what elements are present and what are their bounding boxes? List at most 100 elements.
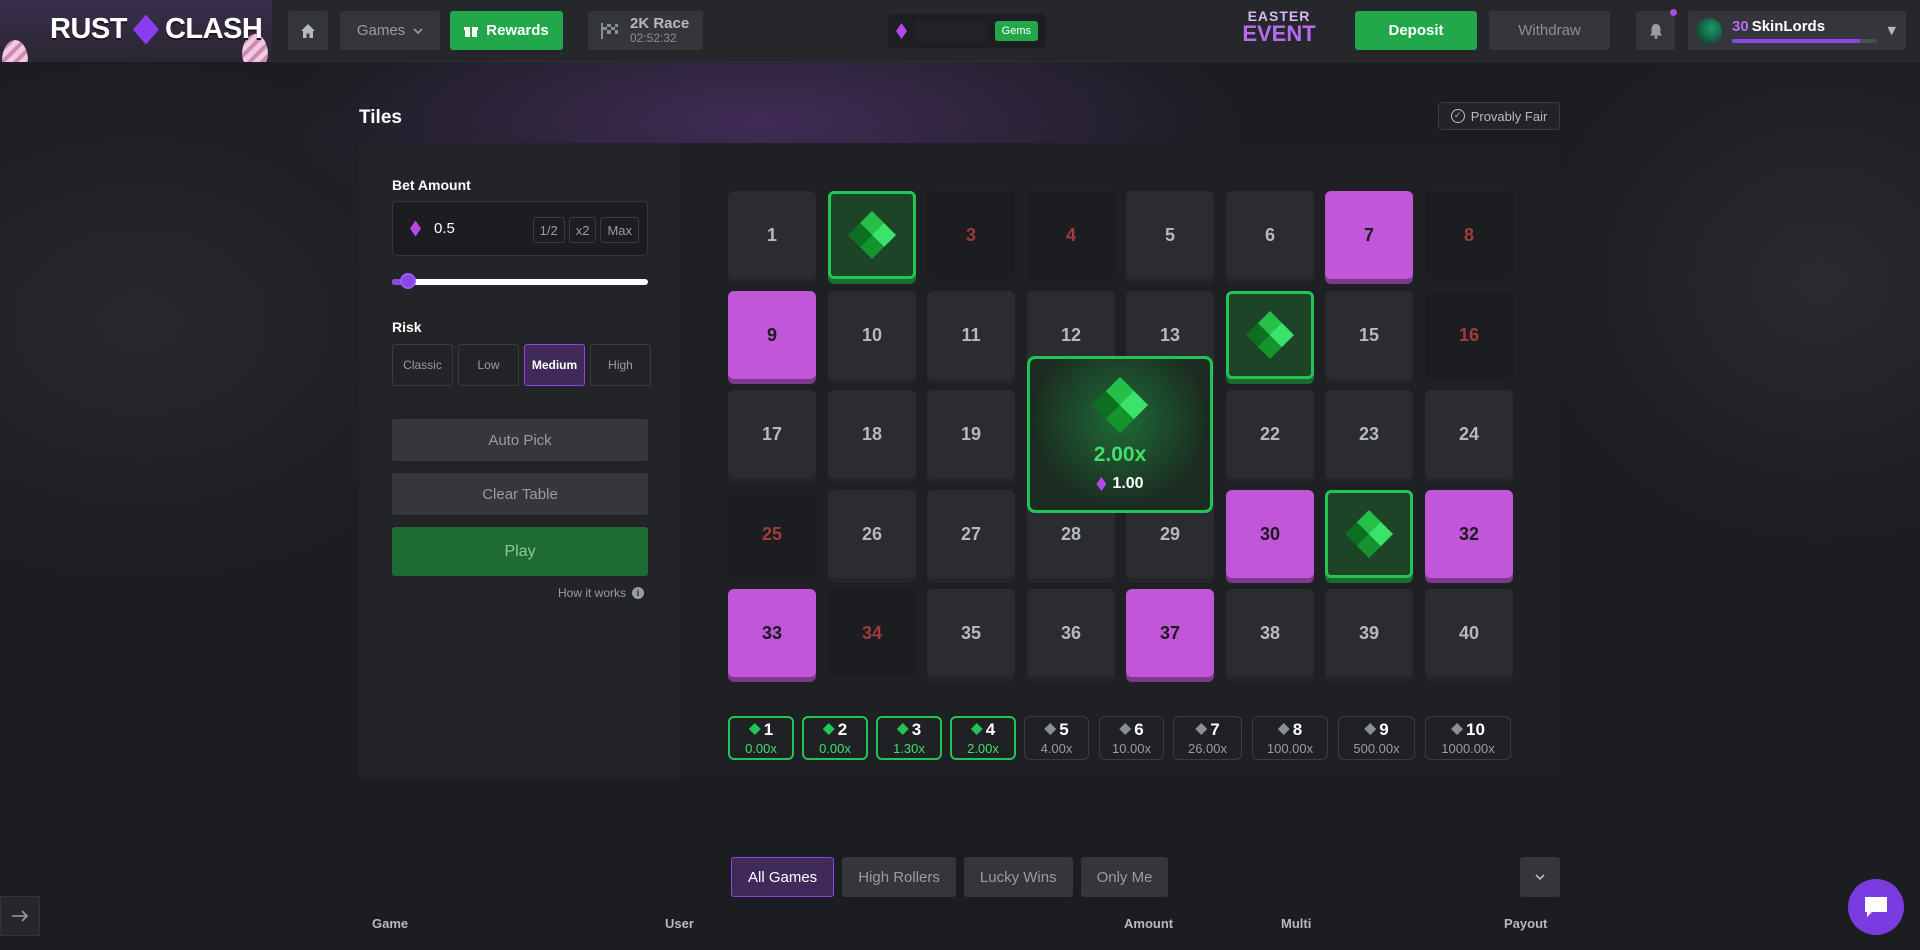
egg-icon	[2, 40, 28, 62]
tile-15[interactable]: 15	[1325, 291, 1413, 379]
tile-25[interactable]: 25	[728, 490, 816, 578]
tile-9[interactable]: 9	[728, 291, 816, 379]
risk-option-medium[interactable]: Medium	[524, 344, 585, 386]
xp-bar	[1732, 39, 1877, 43]
tile-37[interactable]: 37	[1126, 589, 1214, 677]
multiplier-8: 8 100.00x	[1252, 716, 1328, 760]
tile-35[interactable]: 35	[927, 589, 1015, 677]
expand-sidebar-button[interactable]	[0, 896, 40, 936]
popup-payout-value: 1.00	[1112, 475, 1144, 492]
clear-table-button[interactable]: Clear Table	[392, 473, 648, 515]
bet-half-button[interactable]: 1/2	[532, 217, 565, 243]
multiplier-hits-count: 10	[1466, 719, 1485, 739]
gems-label: Gems	[994, 21, 1038, 41]
multiplier-value: 2.00x	[967, 740, 999, 756]
tile-38[interactable]: 38	[1226, 589, 1314, 677]
notifications-button[interactable]	[1636, 11, 1675, 50]
gem-icon	[848, 211, 896, 259]
tile-19[interactable]: 19	[927, 390, 1015, 478]
rewards-button[interactable]: Rewards	[450, 11, 563, 50]
home-button[interactable]	[288, 11, 328, 50]
how-it-works-link[interactable]: How it works i	[558, 586, 645, 600]
tile-7[interactable]: 7	[1325, 191, 1413, 279]
tile-24[interactable]: 24	[1425, 390, 1513, 478]
page-title: Tiles	[359, 107, 402, 128]
gem-icon	[896, 723, 909, 735]
feed-collapse-button[interactable]	[1520, 857, 1560, 897]
gem-icon	[1451, 723, 1464, 735]
tile-39[interactable]: 39	[1325, 589, 1413, 677]
multiplier-hits-count: 2	[837, 719, 848, 739]
gem-icon	[896, 23, 907, 39]
chat-bubble-icon	[1865, 897, 1887, 917]
tile-34[interactable]: 34	[828, 589, 916, 677]
multiplier-7: 7 26.00x	[1173, 716, 1242, 760]
tile-5[interactable]: 5	[1126, 191, 1214, 279]
user-menu[interactable]: 30 SkinLords ▼	[1688, 11, 1906, 50]
tile-22[interactable]: 22	[1226, 390, 1314, 478]
easter-event-banner[interactable]: EASTER EVENT	[1225, 8, 1333, 52]
gem-icon	[1119, 723, 1132, 735]
tile-40[interactable]: 40	[1425, 589, 1513, 677]
tile-6[interactable]: 6	[1226, 191, 1314, 279]
feed-tab-all-games[interactable]: All Games	[731, 857, 835, 897]
multiplier-hits: 1	[748, 719, 774, 739]
multiplier-1: 1 0.00x	[728, 716, 794, 760]
feed-tab-lucky-wins[interactable]: Lucky Wins	[963, 857, 1073, 897]
tile-26[interactable]: 26	[828, 490, 916, 578]
tile-23[interactable]: 23	[1325, 390, 1413, 478]
risk-option-classic[interactable]: Classic	[392, 344, 453, 386]
bet-double-button[interactable]: x2	[568, 217, 597, 243]
tile-31-gem[interactable]	[1325, 490, 1413, 578]
play-button[interactable]: Play	[392, 527, 648, 576]
multiplier-value: 0.00x	[819, 740, 851, 756]
tile-36[interactable]: 36	[1027, 589, 1115, 677]
column-user: User	[665, 916, 694, 931]
feed-tab-only-me[interactable]: Only Me	[1080, 857, 1169, 897]
logo[interactable]: RUST CLASH	[0, 0, 272, 62]
tile-17[interactable]: 17	[728, 390, 816, 478]
gem-icon	[1345, 510, 1393, 558]
tile-33[interactable]: 33	[728, 589, 816, 677]
gem-icon	[1044, 723, 1057, 735]
tile-14-gem[interactable]	[1226, 291, 1314, 379]
multiplier-hits-count: 1	[763, 719, 774, 739]
withdraw-button[interactable]: Withdraw	[1489, 11, 1610, 50]
tile-10[interactable]: 10	[828, 291, 916, 379]
username: SkinLords	[1751, 18, 1826, 35]
multiplier-hits: 7	[1195, 719, 1220, 739]
multiplier-hits-count: 7	[1210, 719, 1220, 739]
deposit-button[interactable]: Deposit	[1355, 11, 1477, 50]
tile-27[interactable]: 27	[927, 490, 1015, 578]
tile-2-gem[interactable]	[828, 191, 916, 279]
provably-fair-button[interactable]: ✓ Provably Fair	[1438, 102, 1560, 130]
tile-16[interactable]: 16	[1425, 291, 1513, 379]
multiplier-9: 9 500.00x	[1338, 716, 1415, 760]
games-dropdown[interactable]: Games	[340, 11, 440, 50]
tile-3[interactable]: 3	[927, 191, 1015, 279]
gems-balance[interactable]: Gems	[888, 14, 1046, 48]
chat-button[interactable]	[1848, 879, 1904, 935]
tile-1[interactable]: 1	[728, 191, 816, 279]
bet-amount-input[interactable]	[434, 220, 514, 237]
tile-11[interactable]: 11	[927, 291, 1015, 379]
bet-slider-thumb[interactable]	[400, 273, 416, 289]
tile-4[interactable]: 4	[1027, 191, 1115, 279]
race-button[interactable]: 2K Race 02:52:32	[588, 11, 703, 50]
multiplier-hits: 4	[970, 721, 995, 738]
tile-18[interactable]: 18	[828, 390, 916, 478]
bet-slider[interactable]	[392, 279, 648, 285]
chevron-down-icon	[413, 27, 423, 34]
feed-tab-high-rollers[interactable]: High Rollers	[842, 857, 956, 897]
auto-pick-button[interactable]: Auto Pick	[392, 419, 648, 461]
tile-30[interactable]: 30	[1226, 490, 1314, 578]
risk-option-high[interactable]: High	[590, 344, 651, 386]
bet-max-button[interactable]: Max	[600, 217, 639, 243]
popup-multiplier: 2.00x	[1093, 443, 1147, 466]
tile-32[interactable]: 32	[1425, 490, 1513, 578]
risk-option-low[interactable]: Low	[458, 344, 519, 386]
checkered-flag-icon	[601, 22, 618, 39]
multiplier-value: 10.00x	[1111, 740, 1152, 756]
gift-icon	[464, 26, 479, 37]
tile-8[interactable]: 8	[1425, 191, 1513, 279]
